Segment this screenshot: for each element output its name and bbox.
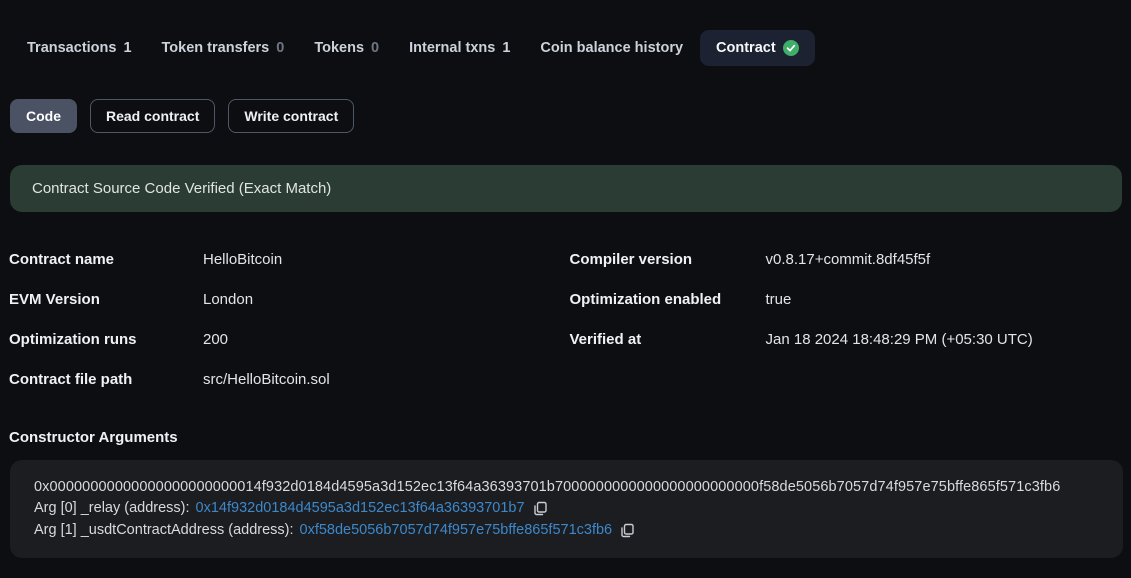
info-value: HelloBitcoin xyxy=(203,251,562,268)
info-row-optimization-runs: Optimization runs 200 xyxy=(9,319,562,359)
info-value: src/HelloBitcoin.sol xyxy=(203,371,562,388)
contract-page: Transactions 1 Token transfers 0 Tokens … xyxy=(0,0,1131,578)
tab-count: 1 xyxy=(123,40,131,56)
contract-info-left-column: Contract name HelloBitcoin EVM Version L… xyxy=(9,239,562,399)
info-value: v0.8.17+commit.8df45f5f xyxy=(766,251,1123,268)
info-row-optimization-enabled: Optimization enabled true xyxy=(570,279,1123,319)
tab-count: 0 xyxy=(371,40,379,56)
tab-label: Tokens xyxy=(314,40,364,56)
tab-count: 1 xyxy=(502,40,510,56)
tab-token-transfers[interactable]: Token transfers 0 xyxy=(162,40,285,56)
read-contract-button[interactable]: Read contract xyxy=(90,99,215,133)
info-label: Optimization runs xyxy=(9,331,203,348)
info-row-contract-name: Contract name HelloBitcoin xyxy=(9,239,562,279)
info-label: Contract name xyxy=(9,251,203,268)
address-tab-bar: Transactions 1 Token transfers 0 Tokens … xyxy=(0,0,1131,68)
constructor-arg-row: Arg [1] _usdtContractAddress (address): … xyxy=(34,520,1099,542)
tab-transactions[interactable]: Transactions 1 xyxy=(27,40,132,56)
verification-status-banner: Contract Source Code Verified (Exact Mat… xyxy=(10,165,1122,212)
info-row-evm-version: EVM Version London xyxy=(9,279,562,319)
info-value: London xyxy=(203,291,562,308)
info-value: 200 xyxy=(203,331,562,348)
check-circle-icon xyxy=(783,40,799,56)
tab-label: Contract xyxy=(716,40,776,56)
constructor-raw-hex: 0x00000000000000000000000014f932d0184d45… xyxy=(34,476,1099,498)
constructor-arg-prefix: Arg [0] _relay (address): xyxy=(34,498,190,520)
info-value: true xyxy=(766,291,1123,308)
info-label: Contract file path xyxy=(9,371,203,388)
code-tab-button[interactable]: Code xyxy=(10,99,77,133)
info-row-compiler-version: Compiler version v0.8.17+commit.8df45f5f xyxy=(570,239,1123,279)
tab-label: Internal txns xyxy=(409,40,495,56)
tab-tokens[interactable]: Tokens 0 xyxy=(314,40,379,56)
copy-icon[interactable] xyxy=(533,501,548,516)
tab-contract[interactable]: Contract xyxy=(700,30,815,66)
contract-info-grid: Contract name HelloBitcoin EVM Version L… xyxy=(0,212,1131,399)
constructor-arg-row: Arg [0] _relay (address): 0x14f932d0184d… xyxy=(34,498,1099,520)
tab-label: Coin balance history xyxy=(540,40,683,56)
write-contract-button[interactable]: Write contract xyxy=(228,99,354,133)
contract-subtab-bar: Code Read contract Write contract xyxy=(0,68,1131,133)
arg0-address-link[interactable]: 0x14f932d0184d4595a3d152ec13f64a36393701… xyxy=(196,498,525,520)
constructor-arguments-heading: Constructor Arguments xyxy=(0,399,1131,446)
info-label: EVM Version xyxy=(9,291,203,308)
info-row-contract-file-path: Contract file path src/HelloBitcoin.sol xyxy=(9,359,562,399)
arg1-address-link[interactable]: 0xf58de5056b7057d74f957e75bffe865f571c3f… xyxy=(300,520,613,542)
info-label: Verified at xyxy=(570,331,766,348)
info-label: Optimization enabled xyxy=(570,291,766,308)
contract-info-right-column: Compiler version v0.8.17+commit.8df45f5f… xyxy=(570,239,1123,399)
constructor-arguments-block: 0x00000000000000000000000014f932d0184d45… xyxy=(10,460,1123,558)
copy-icon[interactable] xyxy=(620,523,635,538)
tab-label: Transactions xyxy=(27,40,116,56)
info-label: Compiler version xyxy=(570,251,766,268)
tab-label: Token transfers xyxy=(162,40,270,56)
verification-status-text: Contract Source Code Verified (Exact Mat… xyxy=(32,180,331,197)
tab-internal-txns[interactable]: Internal txns 1 xyxy=(409,40,510,56)
constructor-arg-prefix: Arg [1] _usdtContractAddress (address): xyxy=(34,520,294,542)
info-value: Jan 18 2024 18:48:29 PM (+05:30 UTC) xyxy=(766,331,1123,348)
tab-coin-balance-history[interactable]: Coin balance history xyxy=(540,40,683,56)
tab-count: 0 xyxy=(276,40,284,56)
info-row-verified-at: Verified at Jan 18 2024 18:48:29 PM (+05… xyxy=(570,319,1123,359)
